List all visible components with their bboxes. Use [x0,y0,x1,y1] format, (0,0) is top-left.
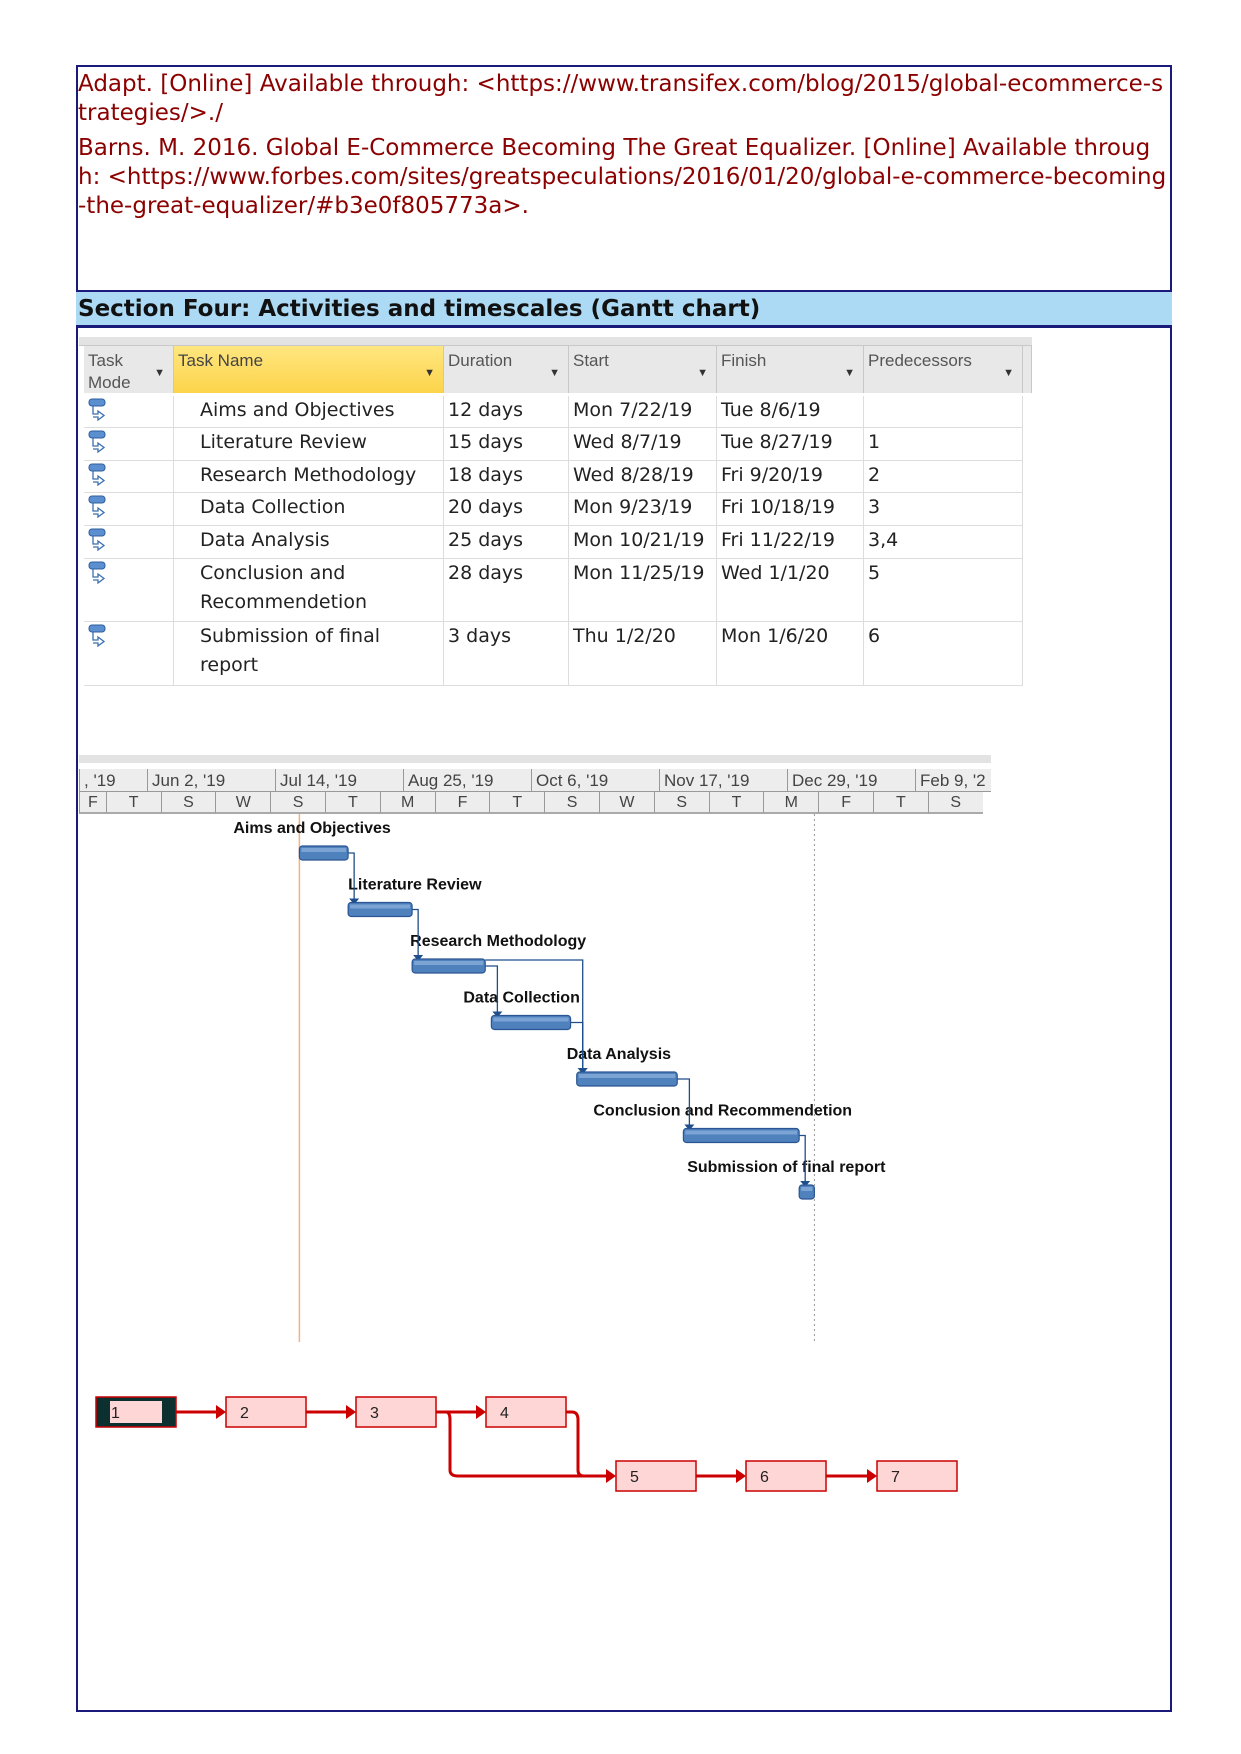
network-node-label: 6 [760,1469,769,1486]
network-node[interactable]: 5 [615,1460,697,1492]
network-node-label: 5 [630,1469,639,1486]
network-arrow-icon [867,1469,877,1483]
network-node-label: 3 [370,1405,379,1422]
network-node[interactable]: 3 [355,1396,437,1428]
network-node[interactable]: 1 [95,1396,177,1428]
network-node[interactable]: 4 [485,1396,567,1428]
network-link [566,1410,585,1478]
network-node-label: 7 [891,1469,900,1486]
network-arrow-icon [606,1469,616,1483]
network-arrow-icon [476,1405,486,1419]
network-node[interactable]: 7 [876,1460,958,1492]
network-node-label: 2 [240,1405,249,1422]
network-node[interactable]: 2 [225,1396,307,1428]
network-arrow-icon [736,1469,746,1483]
network-node[interactable]: 6 [745,1460,827,1492]
network-arrow-icon [216,1405,226,1419]
network-node-label: 4 [500,1405,509,1422]
network-node-label: 1 [111,1405,120,1422]
network-arrow-icon [346,1405,356,1419]
network-diagram: 1 2 3 4 5 6 7 [95,1396,958,1492]
